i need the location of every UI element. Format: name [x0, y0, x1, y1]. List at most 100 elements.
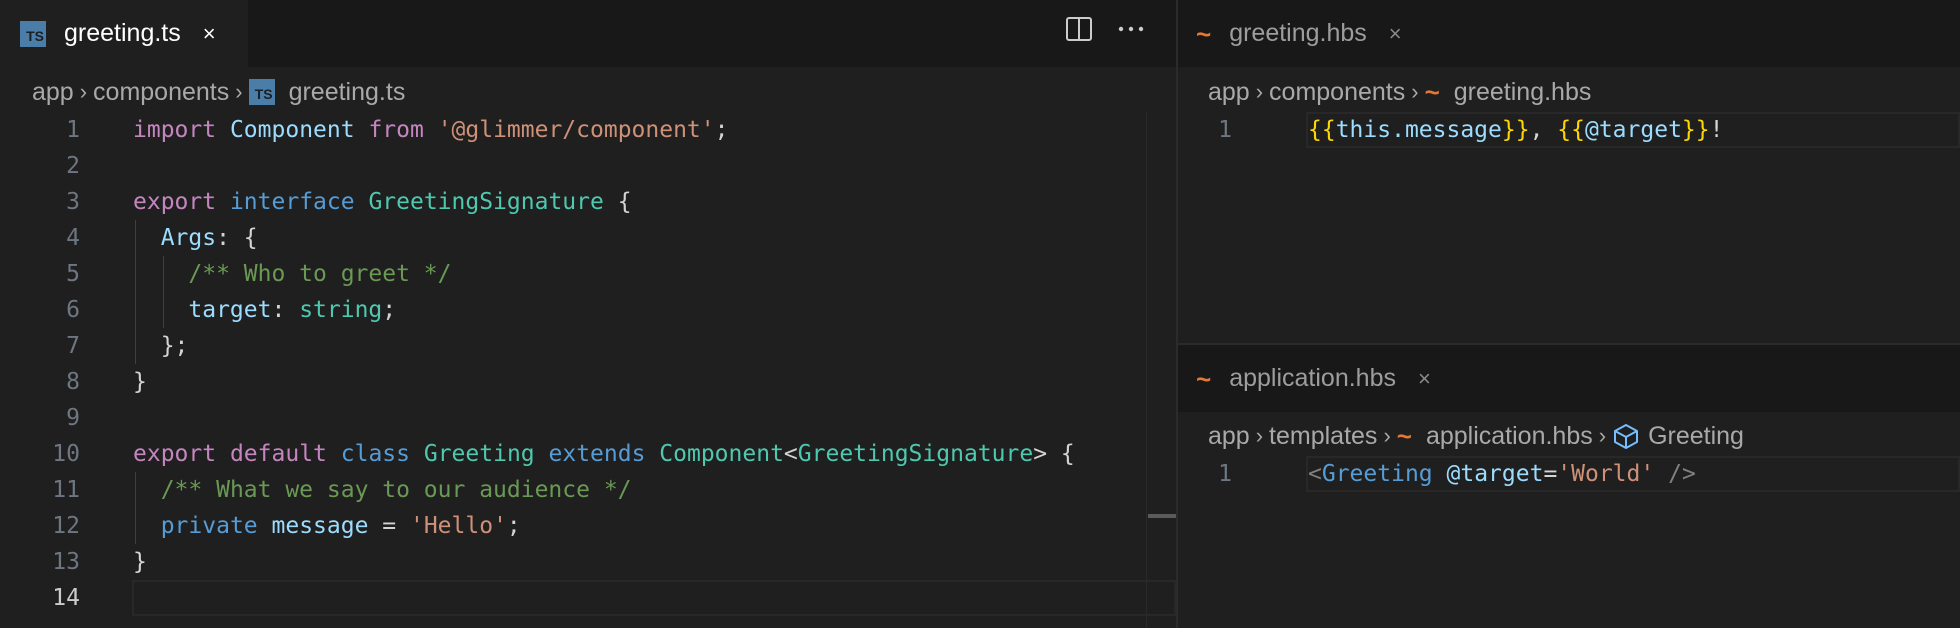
code-token: > { — [1033, 441, 1075, 467]
tab-greeting-ts[interactable]: TS greeting.ts × — [0, 0, 248, 67]
handlebars-file-icon: ~ — [1196, 363, 1212, 394]
line-content: /** Who to greet */ — [133, 256, 451, 292]
code-editor[interactable]: 1 <Greeting @target='World' /> — [1178, 456, 1960, 628]
line-content: } — [133, 544, 147, 580]
code-line[interactable]: 7 }; — [0, 328, 1176, 364]
indent-guide — [135, 220, 136, 364]
code-line[interactable]: 10 export default class Greeting extends … — [0, 436, 1176, 472]
line-content: /** What we say to our audience */ — [133, 472, 632, 508]
code-line[interactable]: 5 /** Who to greet */ — [0, 256, 1176, 292]
code-token: private — [160, 513, 258, 539]
code-line[interactable]: 2 — [0, 148, 1176, 184]
code-line[interactable]: 8} — [0, 364, 1176, 400]
current-line-highlight — [132, 580, 1176, 616]
line-number: 14 — [52, 585, 80, 611]
code-token: export — [133, 441, 217, 467]
line-number: 3 — [66, 189, 80, 215]
editor-group-right-bottom: ~ application.hbs × app › templates › ~ … — [1178, 345, 1960, 628]
code-line[interactable]: 12 private message = 'Hello'; — [0, 508, 1176, 544]
breadcrumb-file[interactable]: greeting.hbs — [1454, 78, 1592, 107]
breadcrumb-components[interactable]: components — [93, 78, 229, 107]
close-tab-icon[interactable]: × — [1418, 367, 1431, 390]
line-number: 4 — [66, 225, 80, 251]
breadcrumb-symbol[interactable]: Greeting — [1648, 422, 1744, 451]
tab-label: greeting.hbs — [1229, 19, 1367, 47]
code-line[interactable]: 13} — [0, 544, 1176, 580]
code-editor[interactable]: 1 import Component from '@glimmer/compone… — [0, 112, 1176, 628]
code-line[interactable]: 11 /** What we say to our audience */ — [0, 472, 1176, 508]
code-line[interactable]: 9 — [0, 400, 1176, 436]
close-tab-icon[interactable]: × — [203, 22, 216, 45]
close-tab-icon[interactable]: × — [1389, 22, 1402, 45]
code-token: extends — [548, 441, 646, 467]
line-content: import Component from '@glimmer/componen… — [133, 112, 729, 148]
code-line[interactable]: 6 target: string; — [0, 292, 1176, 328]
line-number: 7 — [66, 333, 80, 359]
code-token: export — [133, 189, 217, 215]
line-number: 8 — [66, 369, 80, 395]
handlebars-file-icon: ~ — [1196, 18, 1212, 49]
code-token: interface — [229, 189, 355, 215]
line-number: 6 — [66, 297, 80, 323]
code-token: : { — [216, 225, 258, 251]
code-token: GreetingSignature — [368, 189, 604, 215]
more-actions-icon[interactable] — [1116, 14, 1146, 44]
breadcrumb: app › templates › ~ application.hbs › Gr… — [1208, 417, 1744, 455]
breadcrumb: app › components › TS greeting.ts — [32, 73, 405, 111]
tab-label: greeting.ts — [64, 19, 181, 47]
breadcrumb-templates[interactable]: templates — [1269, 422, 1377, 451]
breadcrumb-components[interactable]: components — [1269, 78, 1405, 107]
breadcrumb-app[interactable]: app — [32, 78, 74, 107]
split-editor-icon[interactable] — [1064, 14, 1094, 44]
code-token: string — [299, 297, 383, 323]
code-token: ; — [506, 513, 521, 539]
breadcrumb-app[interactable]: app — [1208, 78, 1250, 107]
code-line[interactable]: 4 Args: { — [0, 220, 1176, 256]
breadcrumb: app › components › ~ greeting.hbs — [1208, 73, 1591, 111]
chevron-right-icon: › — [1383, 423, 1391, 448]
line-content: target: string; — [133, 292, 396, 328]
code-token: '@glimmer/component' — [437, 117, 715, 143]
current-line-highlight — [1306, 456, 1960, 492]
code-token: Component — [229, 117, 355, 143]
chevron-right-icon: › — [1411, 79, 1419, 104]
code-token: }; — [133, 333, 189, 359]
breadcrumb-file[interactable]: application.hbs — [1426, 422, 1593, 451]
line-number: 11 — [52, 477, 80, 503]
tab-bar: ~ greeting.hbs × — [1178, 0, 1960, 67]
line-number: 2 — [66, 153, 80, 179]
tab-greeting-hbs[interactable]: ~ greeting.hbs × — [1178, 0, 1448, 67]
code-token: from — [368, 117, 424, 143]
tab-bar: TS greeting.ts × — [0, 0, 1176, 67]
code-token: message — [271, 513, 369, 539]
code-token: { — [603, 189, 632, 215]
code-token: class — [340, 441, 410, 467]
handlebars-file-icon: ~ — [1424, 77, 1440, 107]
breadcrumb-file[interactable]: greeting.ts — [289, 78, 406, 107]
code-token: default — [229, 441, 327, 467]
chevron-right-icon: › — [1598, 423, 1607, 448]
code-token: ; — [714, 117, 729, 143]
tab-application-hbs[interactable]: ~ application.hbs × — [1178, 345, 1482, 412]
code-token: } — [133, 369, 147, 395]
breadcrumb-app[interactable]: app — [1208, 422, 1250, 451]
code-line[interactable]: 1 import Component from '@glimmer/compone… — [0, 112, 1176, 148]
code-token: : — [271, 297, 300, 323]
code-line[interactable]: 3 export interface GreetingSignature { — [0, 184, 1176, 220]
code-token: Greeting — [423, 441, 535, 467]
code-editor[interactable]: 1 {{this.message}}, {{@target}}! — [1178, 112, 1960, 343]
code-token: Args — [160, 225, 217, 251]
line-content: private message = 'Hello'; — [133, 508, 521, 544]
